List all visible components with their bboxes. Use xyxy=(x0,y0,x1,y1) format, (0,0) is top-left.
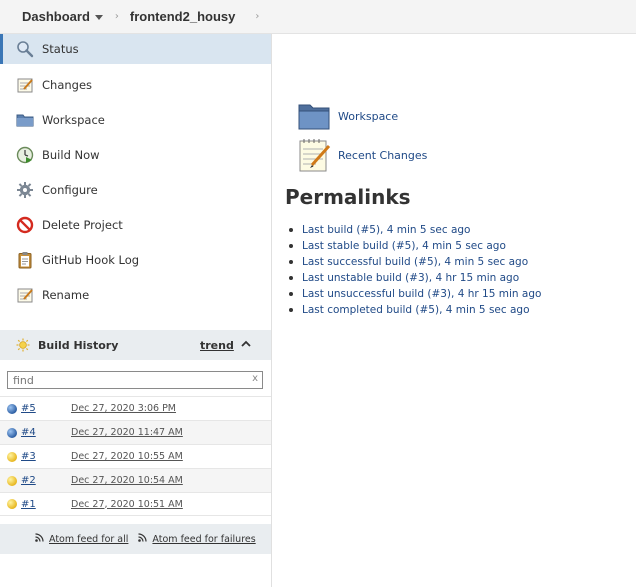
breadcrumb-project[interactable]: frontend2_housy xyxy=(130,9,235,24)
status-ball-icon xyxy=(7,403,17,414)
build-search-input[interactable] xyxy=(13,373,243,387)
build-history-search[interactable]: x xyxy=(7,371,263,389)
magnifier-icon xyxy=(16,40,34,58)
sidebar-item-label: Rename xyxy=(42,288,90,302)
sidebar-item-delete-project[interactable]: Delete Project xyxy=(0,210,271,240)
clock-play-icon xyxy=(16,146,34,164)
build-number-link[interactable]: #1 xyxy=(21,499,71,510)
permalink-item: Last build (#5), 4 min 5 sec ago xyxy=(288,222,541,238)
clear-icon[interactable]: x xyxy=(252,373,258,384)
atom-feed-failures-label[interactable]: Atom feed for failures xyxy=(152,534,255,545)
jenkins-project-page: Dashboard › frontend2_housy › Status Cha… xyxy=(0,0,636,587)
chevron-down-icon[interactable] xyxy=(94,14,103,20)
sidebar-item-rename[interactable]: Rename xyxy=(0,280,271,310)
build-date-link[interactable]: Dec 27, 2020 11:47 AM xyxy=(71,427,183,438)
recent-changes-link-row[interactable]: Recent Changes xyxy=(298,137,427,173)
status-ball-icon xyxy=(7,499,17,509)
permalink-time: 4 hr 15 min ago xyxy=(435,272,520,284)
sidebar-item-label: Workspace xyxy=(42,113,105,127)
sidebar-item-label: Delete Project xyxy=(42,218,123,232)
status-ball-icon xyxy=(7,451,17,462)
atom-feed-all-link[interactable]: Atom feed for all xyxy=(35,533,128,545)
rss-icon xyxy=(138,533,148,545)
permalinks-list: Last build (#5), 4 min 5 sec ago Last st… xyxy=(288,222,542,318)
clipboard-icon xyxy=(16,251,34,269)
notepad-icon xyxy=(16,286,34,304)
permalink-item: Last unstable build (#3), 4 hr 15 min ag… xyxy=(288,270,541,286)
sidebar-item-build-now[interactable]: Build Now xyxy=(0,140,271,170)
sidebar: Status Changes Workspace Build Now Confi… xyxy=(0,34,272,587)
permalink-time: 4 min 5 sec ago xyxy=(386,224,471,236)
build-row: #5 Dec 27, 2020 3:06 PM xyxy=(0,396,271,420)
atom-feeds: Atom feed for all Atom feed for failures xyxy=(0,524,271,554)
notepad-icon xyxy=(298,137,332,173)
sidebar-item-workspace[interactable]: Workspace xyxy=(0,105,271,135)
build-row: #1 Dec 27, 2020 10:51 AM xyxy=(0,492,271,516)
breadcrumb-dashboard[interactable]: Dashboard xyxy=(22,9,103,24)
breadcrumb-separator-icon: › xyxy=(255,11,260,22)
main-content: Workspace Recent Changes Permalinks Last… xyxy=(272,34,636,587)
chevron-up-icon[interactable] xyxy=(240,338,252,353)
permalink-item: Last successful build (#5), 4 min 5 sec … xyxy=(288,254,541,270)
build-number-link[interactable]: #3 xyxy=(21,451,71,462)
recent-changes-link[interactable]: Recent Changes xyxy=(338,149,427,162)
rss-icon xyxy=(35,533,44,545)
permalink-link[interactable]: Last successful build (#5) xyxy=(302,256,438,268)
notepad-icon xyxy=(16,76,34,94)
gear-icon xyxy=(16,181,34,199)
sidebar-item-github-hook-log[interactable]: GitHub Hook Log xyxy=(0,245,271,275)
sidebar-item-label: GitHub Hook Log xyxy=(42,253,140,267)
build-row: #4 Dec 27, 2020 11:47 AM xyxy=(0,420,271,444)
build-date-link[interactable]: Dec 27, 2020 10:55 AM xyxy=(71,451,183,462)
build-history-header: Build History trend xyxy=(0,330,271,360)
build-date-link[interactable]: Dec 27, 2020 3:06 PM xyxy=(71,403,176,414)
sidebar-item-status[interactable]: Status xyxy=(0,34,271,64)
breadcrumb-dashboard-label[interactable]: Dashboard xyxy=(22,9,90,24)
permalink-time: 4 min 5 sec ago xyxy=(445,304,530,316)
permalink-link[interactable]: Last build (#5) xyxy=(302,224,380,236)
permalink-link[interactable]: Last completed build (#5) xyxy=(302,304,439,316)
build-row: #3 Dec 27, 2020 10:55 AM xyxy=(0,444,271,468)
status-ball-icon xyxy=(7,475,17,486)
permalink-item: Last stable build (#5), 4 min 5 sec ago xyxy=(288,238,541,254)
status-ball-icon xyxy=(7,427,17,438)
permalink-item: Last completed build (#5), 4 min 5 sec a… xyxy=(288,302,541,318)
build-number-link[interactable]: #4 xyxy=(21,427,71,438)
permalink-time: 4 min 5 sec ago xyxy=(444,256,529,268)
no-entry-icon xyxy=(16,216,34,234)
atom-feed-all-label[interactable]: Atom feed for all xyxy=(49,534,128,545)
build-date-link[interactable]: Dec 27, 2020 10:54 AM xyxy=(71,475,183,486)
permalink-link[interactable]: Last unsuccessful build (#3) xyxy=(302,288,451,300)
sidebar-item-changes[interactable]: Changes xyxy=(0,70,271,100)
atom-feed-failures-link[interactable]: Atom feed for failures xyxy=(138,533,256,545)
build-row: #2 Dec 27, 2020 10:54 AM xyxy=(0,468,271,492)
workspace-link[interactable]: Workspace xyxy=(338,110,398,123)
breadcrumb: Dashboard › frontend2_housy › xyxy=(0,0,636,34)
trend-link[interactable]: trend xyxy=(200,339,234,352)
sidebar-item-label: Status xyxy=(42,42,79,56)
folder-icon xyxy=(16,111,34,129)
sidebar-item-configure[interactable]: Configure xyxy=(0,175,271,205)
build-number-link[interactable]: #5 xyxy=(21,403,71,414)
sidebar-item-label: Configure xyxy=(42,183,98,197)
permalink-time: 4 hr 15 min ago xyxy=(457,288,542,300)
permalinks-title: Permalinks xyxy=(285,185,411,209)
build-date-link[interactable]: Dec 27, 2020 10:51 AM xyxy=(71,499,183,510)
workspace-link-row[interactable]: Workspace xyxy=(298,100,398,132)
build-history-title: Build History xyxy=(38,338,119,352)
sidebar-item-label: Build Now xyxy=(42,148,100,162)
sun-icon xyxy=(16,338,30,352)
permalink-link[interactable]: Last stable build (#5) xyxy=(302,240,415,252)
breadcrumb-separator-icon: › xyxy=(114,11,119,22)
permalink-time: 4 min 5 sec ago xyxy=(422,240,506,252)
build-number-link[interactable]: #2 xyxy=(21,475,71,486)
folder-icon xyxy=(298,100,330,132)
breadcrumb-project-label[interactable]: frontend2_housy xyxy=(130,9,235,24)
permalink-link[interactable]: Last unstable build (#3) xyxy=(302,272,429,284)
permalink-item: Last unsuccessful build (#3), 4 hr 15 mi… xyxy=(288,288,542,300)
sidebar-item-label: Changes xyxy=(42,78,93,92)
